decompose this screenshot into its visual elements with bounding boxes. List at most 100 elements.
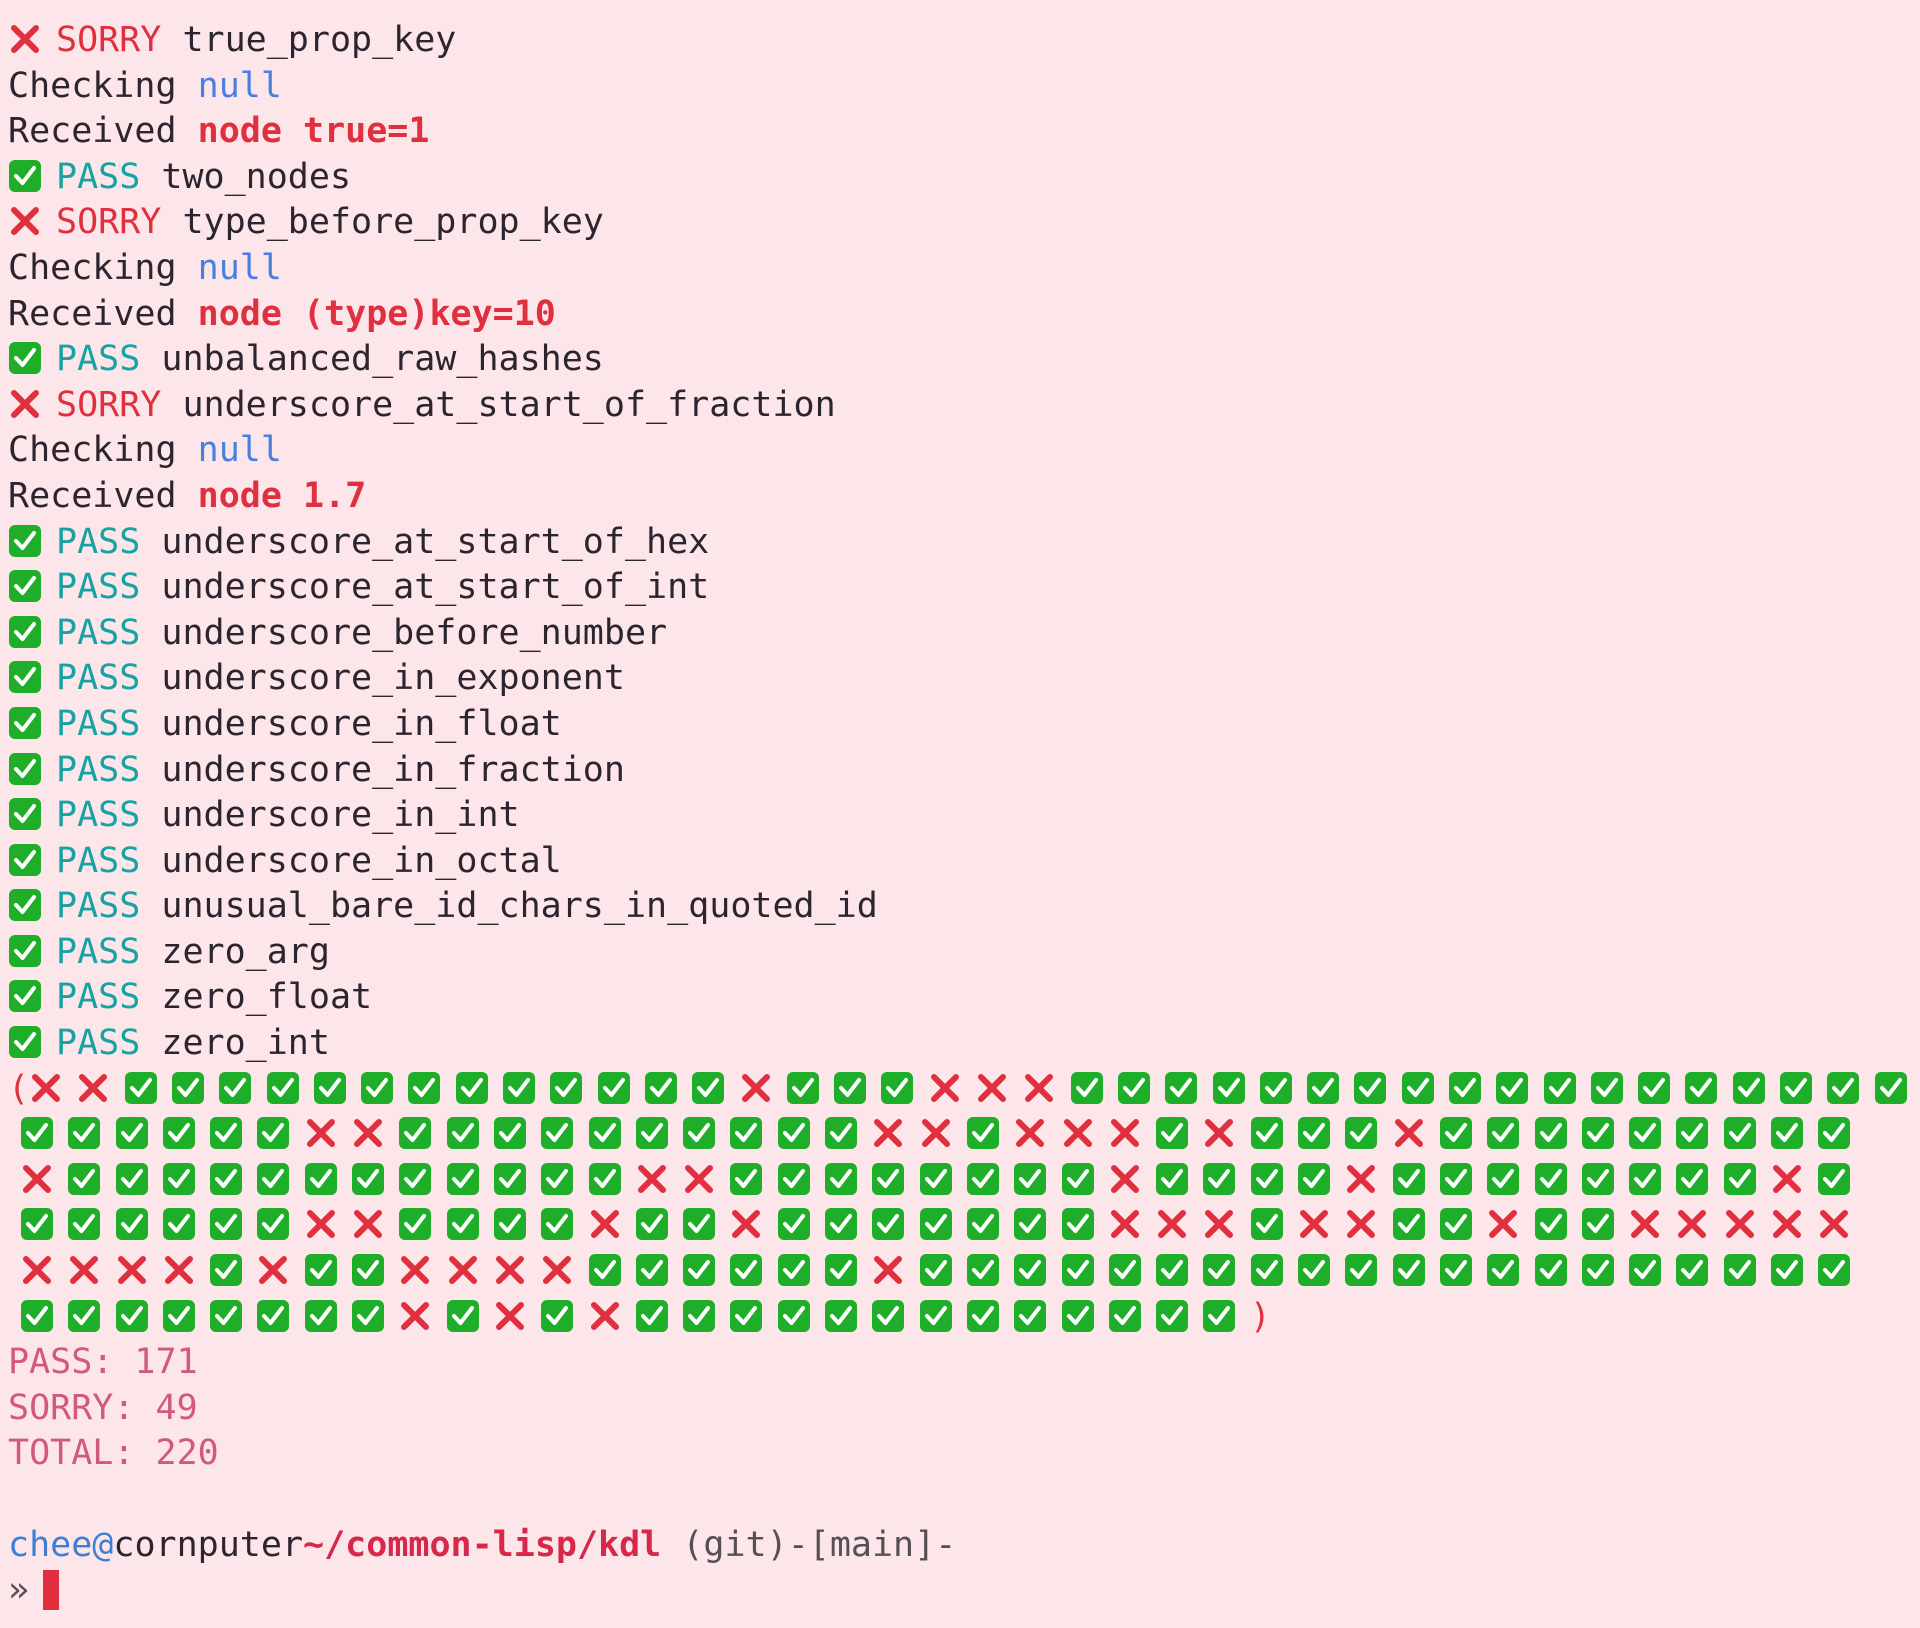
cross-mark-icon bbox=[1016, 1119, 1045, 1148]
check-mark-icon bbox=[9, 706, 41, 739]
check-mark-icon bbox=[9, 752, 41, 785]
check-mark-icon bbox=[399, 1117, 432, 1150]
check-mark-icon bbox=[541, 1117, 574, 1150]
test-result-line: SORRY underscore_at_start_of_fraction bbox=[8, 383, 1920, 429]
check-mark-icon bbox=[635, 1208, 668, 1241]
check-mark-icon bbox=[825, 1254, 858, 1287]
text-cursor[interactable] bbox=[43, 1570, 60, 1611]
check-mark-icon bbox=[9, 843, 41, 876]
check-mark-icon bbox=[1732, 1071, 1765, 1104]
check-mark-icon bbox=[825, 1299, 858, 1332]
pass-label: PASS bbox=[56, 795, 141, 836]
check-mark-icon bbox=[493, 1208, 526, 1241]
sorry-label: SORRY bbox=[56, 384, 162, 425]
checking-prefix: Checking bbox=[8, 65, 177, 106]
check-mark-icon bbox=[68, 1162, 101, 1195]
pass-label: PASS bbox=[56, 156, 141, 197]
checking-prefix: Checking bbox=[8, 247, 177, 288]
cross-mark-icon bbox=[1678, 1210, 1707, 1239]
check-mark-icon bbox=[692, 1071, 725, 1104]
check-mark-icon bbox=[1629, 1254, 1662, 1287]
check-mark-icon bbox=[257, 1117, 290, 1150]
check-mark-icon bbox=[966, 1162, 999, 1195]
cross-mark-icon bbox=[495, 1301, 524, 1330]
check-mark-icon bbox=[21, 1208, 53, 1241]
check-mark-icon bbox=[872, 1162, 905, 1195]
check-mark-icon bbox=[257, 1162, 290, 1195]
check-mark-icon bbox=[266, 1071, 299, 1104]
pass-label: PASS bbox=[56, 1023, 141, 1064]
cross-mark-icon bbox=[590, 1210, 619, 1239]
cross-mark-icon bbox=[354, 1210, 383, 1239]
check-mark-icon bbox=[825, 1117, 858, 1150]
check-mark-icon bbox=[1298, 1117, 1331, 1150]
cross-mark-icon bbox=[23, 1256, 51, 1285]
check-mark-icon bbox=[644, 1071, 677, 1104]
cross-mark-icon bbox=[1063, 1119, 1092, 1148]
check-mark-icon bbox=[352, 1162, 385, 1195]
check-mark-icon bbox=[1117, 1071, 1150, 1104]
check-mark-icon bbox=[1014, 1208, 1047, 1241]
prompt-user: chee bbox=[8, 1524, 93, 1565]
cross-mark-icon bbox=[1158, 1210, 1187, 1239]
check-mark-icon bbox=[1108, 1299, 1141, 1332]
check-mark-icon bbox=[210, 1299, 243, 1332]
check-mark-icon bbox=[1676, 1117, 1709, 1150]
check-mark-icon bbox=[1061, 1162, 1094, 1195]
cross-mark-icon bbox=[401, 1256, 430, 1285]
cross-mark-icon bbox=[1631, 1210, 1660, 1239]
check-mark-icon bbox=[1070, 1071, 1103, 1104]
check-mark-icon bbox=[834, 1071, 867, 1104]
cross-mark-icon bbox=[1772, 1210, 1801, 1239]
check-mark-icon bbox=[1629, 1162, 1662, 1195]
check-mark-icon bbox=[257, 1299, 290, 1332]
check-mark-icon bbox=[313, 1071, 346, 1104]
check-mark-icon bbox=[683, 1208, 716, 1241]
test-result-line: PASS zero_float bbox=[8, 975, 1920, 1021]
check-mark-icon bbox=[210, 1162, 243, 1195]
cross-mark-icon bbox=[921, 1119, 950, 1148]
check-mark-icon bbox=[446, 1117, 479, 1150]
check-mark-icon bbox=[493, 1162, 526, 1195]
check-mark-icon bbox=[683, 1117, 716, 1150]
pass-label: PASS bbox=[56, 339, 141, 380]
check-mark-icon bbox=[1345, 1254, 1378, 1287]
check-mark-icon bbox=[550, 1071, 583, 1104]
received-prefix: Received bbox=[8, 293, 177, 334]
check-mark-icon bbox=[1723, 1162, 1756, 1195]
check-mark-icon bbox=[352, 1299, 385, 1332]
check-mark-icon bbox=[1354, 1071, 1387, 1104]
check-mark-icon bbox=[115, 1299, 148, 1332]
expected-value: null bbox=[197, 430, 282, 471]
cross-mark-icon bbox=[874, 1119, 903, 1148]
terminal-window[interactable]: SORRY true_prop_key Checking null Received… bbox=[0, 0, 1920, 1628]
received-prefix: Received bbox=[8, 111, 177, 152]
checking-prefix: Checking bbox=[8, 430, 177, 471]
pass-label: PASS bbox=[56, 977, 141, 1018]
check-mark-icon bbox=[1534, 1254, 1567, 1287]
check-mark-icon bbox=[1534, 1208, 1567, 1241]
summary-total: TOTAL: 220 bbox=[8, 1433, 219, 1474]
check-mark-icon bbox=[588, 1254, 621, 1287]
test-name: underscore_in_exponent bbox=[161, 658, 625, 699]
check-mark-icon bbox=[361, 1071, 394, 1104]
cross-mark-icon bbox=[306, 1119, 335, 1148]
check-mark-icon bbox=[1439, 1254, 1472, 1287]
check-mark-icon bbox=[1723, 1117, 1756, 1150]
check-mark-icon bbox=[1439, 1208, 1472, 1241]
command-line[interactable]: » bbox=[8, 1568, 1920, 1614]
cross-mark-icon bbox=[79, 1073, 108, 1102]
check-mark-icon bbox=[399, 1208, 432, 1241]
check-mark-icon bbox=[872, 1299, 905, 1332]
cross-mark-icon bbox=[930, 1073, 959, 1102]
check-mark-icon bbox=[1392, 1162, 1425, 1195]
sorry-label: SORRY bbox=[56, 20, 162, 60]
check-mark-icon bbox=[777, 1117, 810, 1150]
check-mark-icon bbox=[1345, 1117, 1378, 1150]
check-mark-icon bbox=[1770, 1117, 1803, 1150]
check-mark-icon bbox=[541, 1162, 574, 1195]
check-mark-icon bbox=[1638, 1071, 1671, 1104]
cross-mark-icon bbox=[978, 1073, 1007, 1102]
pass-label: PASS bbox=[56, 521, 141, 562]
